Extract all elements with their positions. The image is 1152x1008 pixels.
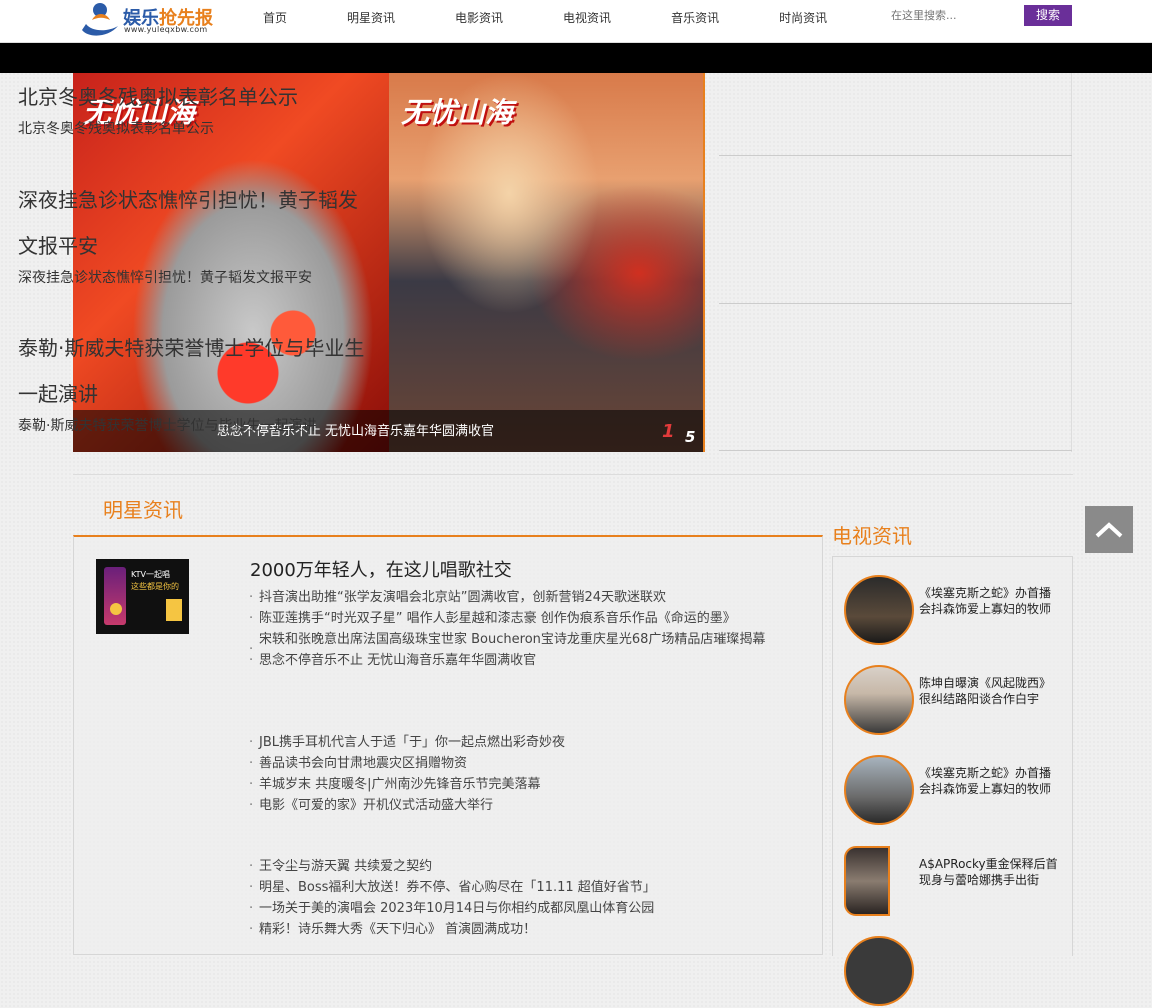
nav-music[interactable]: 音乐资讯 <box>659 0 731 36</box>
tv-item-image[interactable] <box>844 755 914 825</box>
list-item-text[interactable]: 王令尘与游天翼 共续爱之契约 <box>259 859 432 874</box>
search-button[interactable]: 搜索 <box>1024 5 1072 26</box>
list-item-text[interactable]: 精彩！诗乐舞大秀《天下归心》 首演圆满成功！ <box>259 922 536 937</box>
tv-item-image[interactable] <box>844 846 890 916</box>
list-item[interactable]: · 王令尘与游天翼 共续爱之契约 <box>249 856 809 877</box>
search-input[interactable] <box>886 5 1022 25</box>
slide-brand-text-2: 无忧山海 <box>401 96 514 129</box>
list-item-text[interactable]: 电影《可爱的家》开机仪式活动盛大举行 <box>259 798 493 813</box>
black-banner <box>0 43 1152 73</box>
featured-title[interactable]: 2000万年轻人，在这儿唱歌社交 <box>250 556 512 582</box>
headline-divider <box>719 450 1072 451</box>
tv-item-image[interactable] <box>844 665 914 735</box>
tv-list-item[interactable] <box>844 936 1064 1008</box>
thumb-phone-graphic <box>104 567 126 625</box>
headline-item[interactable]: 北京冬奥冬残奥拟表彰名单公示 北京冬奥冬残奥拟表彰名单公示 <box>18 74 368 138</box>
news-group-3: · 王令尘与游天翼 共续爱之契约 · 明星、Boss福利大放送！券不停、省心购尽在「… <box>249 856 809 940</box>
list-item-text[interactable]: 一场关于美的演唱会 2023年10月14日与你相约成都凤凰山体育公园 <box>259 901 654 916</box>
list-item-text[interactable]: 陈亚莲携手“时光双子星” 唱作人彭星越和漆志豪 创作伪痕系音乐作品《命运的墨》 <box>259 611 736 626</box>
nav-movies[interactable]: 电影资讯 <box>443 0 515 36</box>
logo-url: www.yuleqxbw.com <box>124 25 208 34</box>
headline-divider <box>719 303 1072 304</box>
headline-title-line2[interactable]: 文报平安 <box>18 223 368 269</box>
thumb-box-graphic <box>166 599 182 621</box>
list-item-text[interactable]: 羊城岁末 共度暖冬|广州南沙先锋音乐节完美落幕 <box>259 777 541 792</box>
headline-title-line1[interactable]: 深夜挂急诊状态憔悴引担忧！黄子韬发 <box>18 177 368 223</box>
tv-section-title[interactable]: 电视资讯 <box>832 520 912 549</box>
logo-mark-icon <box>82 3 118 36</box>
list-item[interactable]: · 思念不停音乐不止 无忧山海音乐嘉年华圆满收官 <box>249 650 809 671</box>
news-group-2: · JBL携手耳机代言人于适「于」你一起点燃出彩奇妙夜 · 善品读书会向甘肃地震灾区… <box>249 732 809 816</box>
headline-summary: 深夜挂急诊状态憔悴引担忧！黄子韬发文报平安 <box>18 270 312 286</box>
site-header: 娱乐抢先报 www.yuleqxbw.com 首页 明星资讯 电影资讯 电视资讯… <box>0 0 1152 43</box>
tv-item-image[interactable] <box>844 936 914 1006</box>
tv-list-item[interactable]: 《埃塞克斯之蛇》办首播会抖森饰爱上寡妇的牧师 <box>844 575 1064 647</box>
headline-list <box>703 73 1072 452</box>
thumb-text-2: 这些都是你的 <box>131 582 179 591</box>
tv-list-item[interactable]: A$APRocky重金保释后首现身与蕾哈娜携手出街 <box>844 846 1064 918</box>
nav-tv[interactable]: 电视资讯 <box>551 0 623 36</box>
tv-list-item[interactable]: 《埃塞克斯之蛇》办首播会抖森饰爱上寡妇的牧师 <box>844 755 1064 827</box>
thumb-dot-graphic <box>110 603 122 615</box>
news-group-1: · 抖音演出助推“张学友演唱会北京站”圆满收官，创新营销24天歌迷联欢 · 陈亚莲携… <box>249 587 809 671</box>
tv-item-image[interactable] <box>844 575 914 645</box>
list-item[interactable]: · 电影《可爱的家》开机仪式活动盛大举行 <box>249 795 809 816</box>
main-nav: 首页 明星资讯 电影资讯 电视资讯 音乐资讯 时尚资讯 <box>251 0 875 36</box>
nav-home[interactable]: 首页 <box>251 0 299 36</box>
featured-thumbnail[interactable]: KTV一起唱 这些都是你的 <box>96 559 189 634</box>
list-item-text[interactable]: 明星、Boss福利大放送！券不停、省心购尽在「11.11 超值好省节」 <box>259 880 656 895</box>
list-item-text[interactable]: 善品读书会向甘肃地震灾区捐赠物资 <box>259 756 467 771</box>
headline-summary: 北京冬奥冬残奥拟表彰名单公示 <box>18 121 214 137</box>
list-item[interactable]: · 抖音演出助推“张学友演唱会北京站”圆满收官，创新营销24天歌迷联欢 <box>249 587 809 608</box>
section-separator <box>73 474 1073 475</box>
headline-summary: 泰勒·斯威夫特获荣誉博士学位与毕业生一起演讲 <box>18 418 317 434</box>
list-item-text[interactable]: 抖音演出助推“张学友演唱会北京站”圆满收官，创新营销24天歌迷联欢 <box>259 590 666 605</box>
tv-item-title[interactable]: 陈坤自曝演《风起陇西》很纠结路阳谈合作白宇 <box>919 675 1059 707</box>
list-item[interactable]: · 宋轶和张晚意出席法国高级珠宝世家 Boucheron宝诗龙重庆星光68广场精品… <box>249 629 809 657</box>
site-logo[interactable]: 娱乐抢先报 www.yuleqxbw.com <box>76 0 226 38</box>
headline-title[interactable]: 北京冬奥冬残奥拟表彰名单公示 <box>18 74 368 120</box>
list-item[interactable]: · JBL携手耳机代言人于适「于」你一起点燃出彩奇妙夜 <box>249 732 809 753</box>
list-item-text[interactable]: JBL携手耳机代言人于适「于」你一起点燃出彩奇妙夜 <box>259 735 565 750</box>
nav-stars[interactable]: 明星资讯 <box>335 0 407 36</box>
list-item[interactable]: · 羊城岁末 共度暖冬|广州南沙先锋音乐节完美落幕 <box>249 774 809 795</box>
nav-fashion[interactable]: 时尚资讯 <box>767 0 839 36</box>
list-item-text[interactable]: 思念不停音乐不止 无忧山海音乐嘉年华圆满收官 <box>259 653 536 668</box>
thumb-text-1: KTV一起唱 <box>131 570 170 579</box>
headline-item[interactable]: 泰勒·斯威夫特获荣誉博士学位与毕业生 一起演讲 泰勒·斯威夫特获荣誉博士学位与毕… <box>18 325 368 435</box>
list-item[interactable]: · 善品读书会向甘肃地震灾区捐赠物资 <box>249 753 809 774</box>
chevron-up-icon <box>1095 522 1123 538</box>
list-item[interactable]: · 陈亚莲携手“时光双子星” 唱作人彭星越和漆志豪 创作伪痕系音乐作品《命运的墨》 <box>249 608 809 629</box>
list-item[interactable]: · 一场关于美的演唱会 2023年10月14日与你相约成都凤凰山体育公园 <box>249 898 809 919</box>
tv-item-title[interactable]: 《埃塞克斯之蛇》办首播会抖森饰爱上寡妇的牧师 <box>919 765 1059 797</box>
headline-title-line2[interactable]: 一起演讲 <box>18 371 368 417</box>
tv-item-title[interactable]: 《埃塞克斯之蛇》办首播会抖森饰爱上寡妇的牧师 <box>919 585 1059 617</box>
list-item[interactable]: · 精彩！诗乐舞大秀《天下归心》 首演圆满成功！ <box>249 919 809 940</box>
slide-current-number[interactable]: 1 <box>662 421 675 442</box>
back-to-top-button[interactable] <box>1085 506 1133 553</box>
tv-list-item[interactable]: 陈坤自曝演《风起陇西》很纠结路阳谈合作白宇 <box>844 665 1064 737</box>
list-item[interactable]: · 明星、Boss福利大放送！券不停、省心购尽在「11.11 超值好省节」 <box>249 877 809 898</box>
headline-item[interactable]: 深夜挂急诊状态憔悴引担忧！黄子韬发 文报平安 深夜挂急诊状态憔悴引担忧！黄子韬发… <box>18 177 368 287</box>
tv-item-title[interactable]: A$APRocky重金保释后首现身与蕾哈娜携手出街 <box>919 856 1059 888</box>
list-item-text[interactable]: 宋轶和张晚意出席法国高级珠宝世家 Boucheron宝诗龙重庆星光68广场精品店… <box>259 632 765 647</box>
headline-divider <box>719 155 1072 156</box>
stars-section-title[interactable]: 明星资讯 <box>103 494 183 523</box>
slide-total-number[interactable]: 5 <box>685 428 695 446</box>
headline-title-line1[interactable]: 泰勒·斯威夫特获荣誉博士学位与毕业生 <box>18 325 368 371</box>
